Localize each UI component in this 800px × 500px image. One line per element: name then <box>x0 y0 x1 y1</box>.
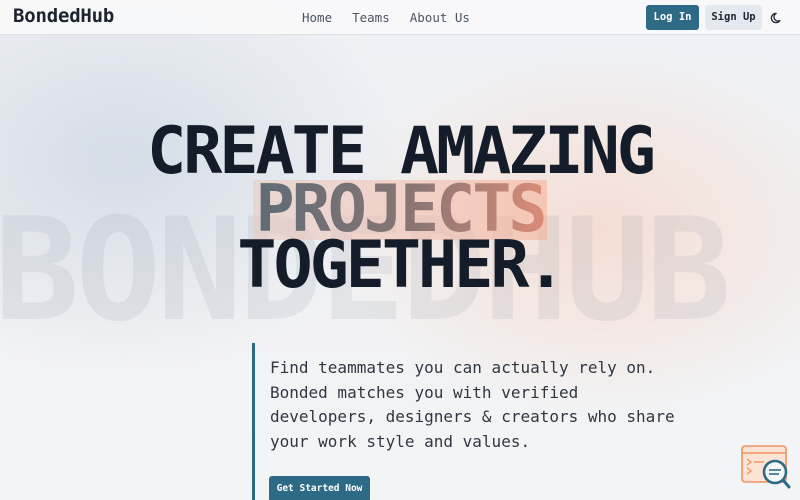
page: BONDEDHUB BondedHub Home Teams About Us … <box>0 0 800 500</box>
tagline-line: your work style and values. <box>270 431 531 451</box>
signup-button[interactable]: Sign Up <box>705 5 762 30</box>
get-started-button[interactable]: Get Started Now <box>269 476 370 500</box>
hero-tagline: Find teammates you can actually rely on.… <box>270 356 690 454</box>
nav-link-about-us[interactable]: About Us <box>410 10 470 25</box>
nav-link-home[interactable]: Home <box>302 10 332 25</box>
top-navbar: BondedHub Home Teams About Us Log In Sig… <box>0 0 800 35</box>
tagline-line: developers, designers & creators who sha… <box>270 407 675 426</box>
tagline-accent-bar <box>252 343 255 500</box>
search-document-icon[interactable] <box>740 444 792 490</box>
headline-line-3: TOGETHER. <box>237 228 565 303</box>
login-button[interactable]: Log In <box>646 5 699 30</box>
tagline-line: Find teammates you can actually rely on. <box>270 358 656 377</box>
tagline-line: Bonded matches you with verified <box>270 382 579 402</box>
moon-icon[interactable] <box>770 10 784 24</box>
brand-logo[interactable]: BondedHub <box>13 5 114 27</box>
nav-links: Home Teams About Us <box>302 10 470 25</box>
nav-link-teams[interactable]: Teams <box>352 10 390 25</box>
